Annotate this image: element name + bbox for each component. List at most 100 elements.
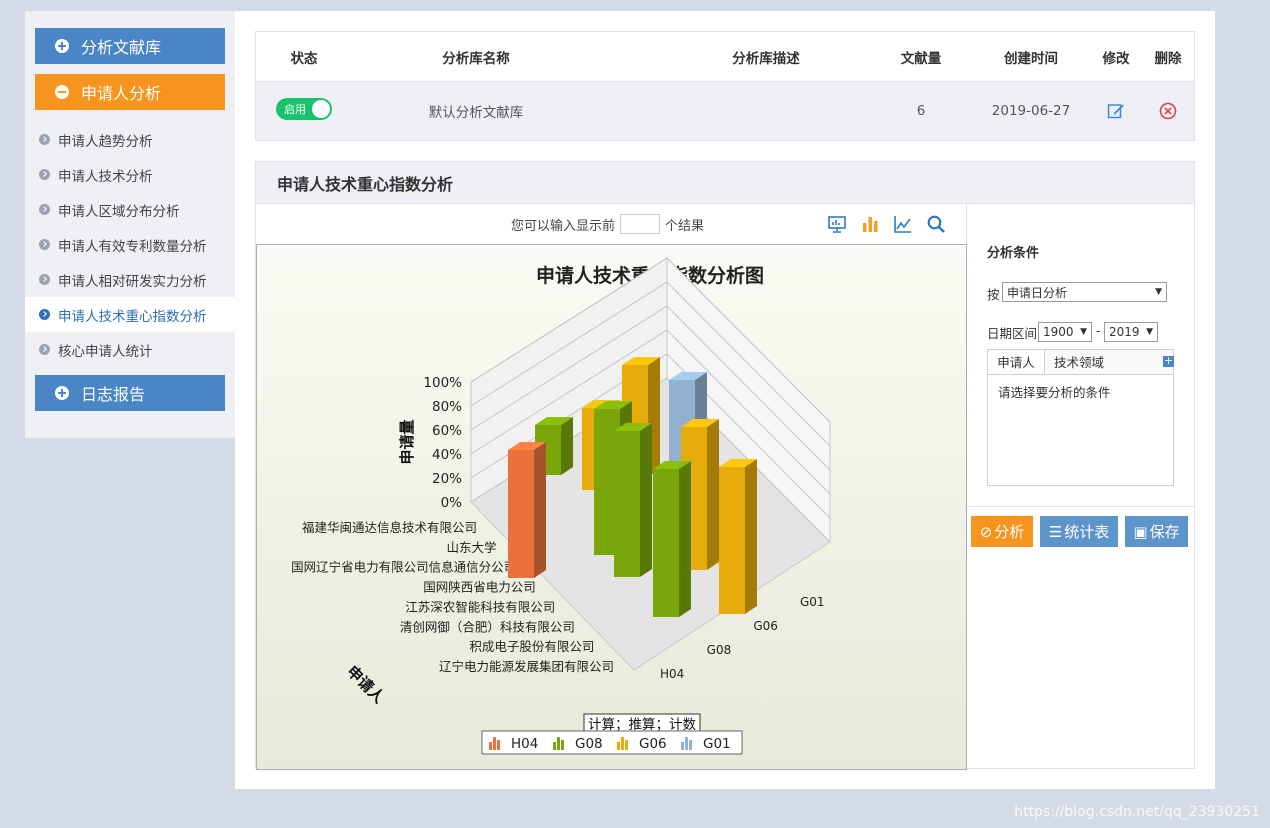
by-label: 按 xyxy=(987,287,1000,302)
log-report-button[interactable]: 日志报告 xyxy=(35,375,225,411)
chart-container: 申请人技术重心指数分析图 100%80%60%40%20%0% 申请量 福建华闽… xyxy=(256,244,967,770)
legend-label: G06 xyxy=(639,736,667,752)
library-table: 状态 分析库名称 分析库描述 文献量 创建时间 修改 删除 启用 默认分析文献库… xyxy=(255,31,1195,141)
condition-placeholder: 请选择要分析的条件 xyxy=(998,385,1111,400)
panel-title: 申请人技术重心指数分析 xyxy=(256,162,1194,204)
y-tick-label: 100% xyxy=(423,375,462,391)
analysis-by-select[interactable]: 申请日分析 ▼ xyxy=(1002,282,1167,302)
sidebar-item-tech-focus[interactable]: 申请人技术重心指数分析 xyxy=(25,297,235,332)
x-tick-label: 江苏深农智能科技有限公司 xyxy=(405,599,555,614)
topn-control: 您可以输入显示前 个结果 xyxy=(511,214,704,234)
add-icon[interactable]: + xyxy=(1163,355,1174,367)
header-name: 分析库名称 xyxy=(442,50,510,67)
y-axis-labels: 100% 80% 60% 40% 20% 0% xyxy=(423,375,462,511)
analysis-panel: 申请人技术重心指数分析 您可以输入显示前 个结果 100% 80% 60% 40… xyxy=(255,161,1195,770)
line-chart-icon[interactable] xyxy=(893,214,913,234)
depth-tick-label: G06 xyxy=(753,619,778,633)
legend-label: G08 xyxy=(575,736,603,752)
status-toggle-label: 启用 xyxy=(284,103,306,116)
library-created: 2019-06-27 xyxy=(991,103,1071,119)
chevron-right-icon xyxy=(39,344,50,355)
caret-down-icon: ▼ xyxy=(1146,327,1153,337)
presentation-icon[interactable] xyxy=(827,214,847,234)
library-count: 6 xyxy=(916,103,926,119)
bar-side xyxy=(707,419,719,570)
header-count: 文献量 xyxy=(900,50,942,67)
analysis-by-value: 申请日分析 xyxy=(1007,285,1068,300)
tab-applicant[interactable]: 申请人 xyxy=(987,349,1045,374)
divider xyxy=(967,506,1195,507)
minus-circle-icon xyxy=(55,85,69,99)
bar-side xyxy=(561,417,573,475)
range-dash: - xyxy=(1096,323,1101,338)
from-year-value: 1900 xyxy=(1043,325,1074,339)
x-tick-label: 清创网御（合肥）科技有限公司 xyxy=(400,619,575,634)
y-tick-label: 60% xyxy=(432,423,462,439)
chart-legend[interactable]: H04 G08 G06 G01 xyxy=(481,730,743,755)
sidebar-item-valid-patents[interactable]: 申请人有效专利数量分析 xyxy=(25,227,235,262)
topn-suffix: 个结果 xyxy=(665,218,705,234)
sidebar-item-tech[interactable]: 申请人技术分析 xyxy=(25,157,235,192)
chevron-right-icon xyxy=(39,274,50,285)
sidebar-item-label: 申请人区域分布分析 xyxy=(58,203,180,220)
y-tick-label: 0% xyxy=(441,495,463,511)
topn-input[interactable] xyxy=(620,214,661,234)
y-tick-label: 20% xyxy=(432,471,462,487)
main-content: 状态 分析库名称 分析库描述 文献量 创建时间 修改 删除 启用 默认分析文献库… xyxy=(235,11,1215,789)
applicant-analysis-button[interactable]: 申请人分析 xyxy=(35,74,225,110)
stats-table-button[interactable]: ☰ 统计表 xyxy=(1040,516,1118,547)
from-year-select[interactable]: 1900 ▼ xyxy=(1038,322,1092,342)
bar-front xyxy=(508,450,534,578)
log-report-label: 日志报告 xyxy=(81,385,146,404)
bar-side xyxy=(745,459,757,614)
header-delete: 删除 xyxy=(1154,50,1182,67)
sidebar-item-label: 申请人有效专利数量分析 xyxy=(58,238,207,255)
conditions-panel: 分析条件 按 申请日分析 ▼ 日期区间 1900 ▼ - 2019 ▼ 申请人 … xyxy=(967,204,1195,770)
bar-g08 xyxy=(653,461,691,617)
library-desc xyxy=(656,82,876,140)
bar-front xyxy=(614,431,640,577)
sidebar-item-rd-strength[interactable]: 申请人相对研发实力分析 xyxy=(25,262,235,297)
tab-tech-field[interactable]: 技术领域 xyxy=(1050,349,1108,374)
edit-icon[interactable] xyxy=(1107,102,1125,120)
chart-toolbar: 您可以输入显示前 个结果 xyxy=(256,204,966,244)
sidebar-item-label: 申请人趋势分析 xyxy=(58,133,153,150)
search-icon[interactable] xyxy=(926,214,946,234)
plus-circle-icon xyxy=(55,386,69,400)
header-status: 状态 xyxy=(290,50,318,67)
save-label: 保存 xyxy=(1149,523,1180,541)
bar-side xyxy=(679,461,691,617)
bar-g08 xyxy=(614,423,652,577)
bar-front xyxy=(653,469,679,617)
library-name: 默认分析文献库 xyxy=(428,105,524,121)
analysis-library-button[interactable]: 分析文献库 xyxy=(35,28,225,64)
topn-prefix: 您可以输入显示前 xyxy=(511,218,616,234)
chevron-right-icon xyxy=(39,204,50,215)
sidebar-item-trend[interactable]: 申请人趋势分析 xyxy=(25,122,235,157)
sidebar-item-region[interactable]: 申请人区域分布分析 xyxy=(25,192,235,227)
save-button[interactable]: ▣ 保存 xyxy=(1125,516,1188,547)
sidebar-item-label: 申请人技术分析 xyxy=(58,168,153,185)
depth-tick-label: G01 xyxy=(800,595,825,609)
to-year-select[interactable]: 2019 ▼ xyxy=(1104,322,1158,342)
status-toggle[interactable]: 启用 xyxy=(276,98,332,120)
caret-down-icon: ▼ xyxy=(1155,287,1162,297)
chevron-right-icon xyxy=(39,169,50,180)
bar-chart-icon[interactable] xyxy=(860,214,880,234)
y-axis-title: 申请量 xyxy=(398,419,416,464)
to-year-value: 2019 xyxy=(1109,325,1140,339)
applicant-analysis-label: 申请人分析 xyxy=(81,84,162,103)
depth-tick-label: H04 xyxy=(660,667,684,681)
save-icon: ▣ xyxy=(1133,522,1148,541)
table-row: 启用 默认分析文献库 6 2019-06-27 xyxy=(256,82,1194,140)
x-tick-label: 福建华闽通达信息技术有限公司 xyxy=(302,520,477,535)
stats-table-label: 统计表 xyxy=(1064,523,1110,541)
sidebar-item-label: 申请人技术重心指数分析 xyxy=(58,308,207,325)
sidebar-item-core-applicants[interactable]: 核心申请人统计 xyxy=(25,332,235,367)
table-header: 状态 分析库名称 分析库描述 文献量 创建时间 修改 删除 xyxy=(256,32,1194,82)
analysis-library-label: 分析文献库 xyxy=(81,38,162,57)
condition-tabs: 申请人 技术领域 + 请选择要分析的条件 xyxy=(987,349,1174,486)
delete-icon[interactable] xyxy=(1159,102,1177,120)
list-icon: ☰ xyxy=(1048,522,1063,541)
analyze-button[interactable]: ⊘ 分析 xyxy=(971,516,1033,547)
